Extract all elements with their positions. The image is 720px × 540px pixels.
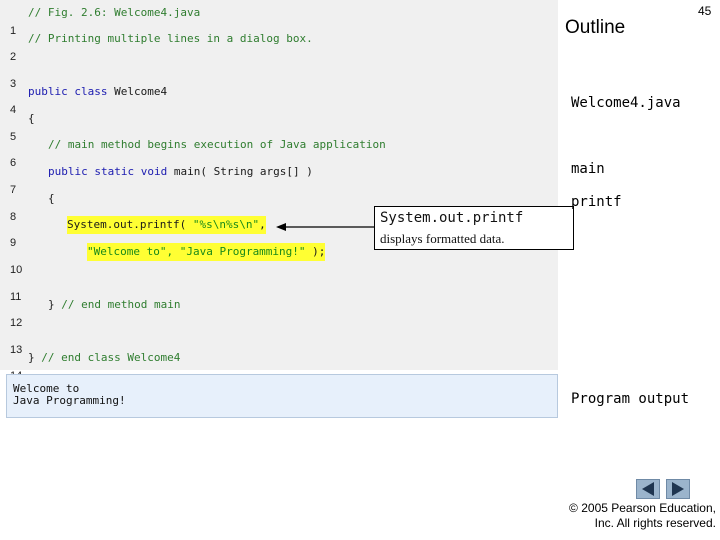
highlighted-code: System.out.printf( "%s\n%s\n", (67, 216, 266, 234)
code-string: "Welcome to", "Java Programming!" (87, 245, 306, 258)
code-brace: } (28, 351, 42, 364)
code-text: ); (305, 245, 326, 258)
code-comment: // Fig. 2.6: Welcome4.java (28, 6, 201, 19)
code-text: , (259, 218, 266, 231)
code-text: { (48, 192, 55, 205)
sidebar-main-label: main (571, 161, 605, 177)
sidebar-file-label: Welcome4.java (571, 95, 681, 111)
code-comment: // end method main (61, 298, 181, 311)
program-output-text: Welcome to Java Programming! (13, 383, 126, 407)
code-text: { (28, 112, 35, 125)
code-text: System.out.printf( (67, 218, 193, 231)
copyright-line: © 2005 Pearson Education, (569, 501, 716, 515)
code-text: public class Welcome4 (28, 83, 167, 101)
code-line: 12 } // end method main (0, 296, 558, 329)
code-brace: } (48, 298, 62, 311)
code-identifier: Welcome4 (107, 85, 168, 98)
code-text: } // end method main (48, 296, 180, 314)
highlighted-code: "Welcome to", "Java Programming!" ); (87, 243, 326, 261)
code-line: 1 // Fig. 2.6: Welcome4.java (0, 4, 558, 37)
code-line: 14 } // end class Welcome4 (0, 349, 558, 382)
callout-code: System.out.printf (380, 210, 524, 226)
copyright-line: Inc. All rights reserved. (594, 516, 716, 530)
callout-arrow (276, 223, 374, 231)
code-listing-panel: 1 // Fig. 2.6: Welcome4.java 2 // Printi… (0, 0, 558, 382)
code-line: 4 public class Welcome4 (0, 83, 558, 116)
code-line: 7 public static void main( String args[]… (0, 163, 558, 196)
next-slide-button[interactable] (666, 479, 690, 499)
sidebar-printf-label: printf (571, 194, 622, 210)
code-line: 3 (0, 57, 558, 90)
code-text: } // end class Welcome4 (28, 349, 180, 367)
code-comment: // main method begins execution of Java … (48, 138, 386, 151)
code-comment: // Printing multiple lines in a dialog b… (28, 32, 313, 45)
code-line: 13 (0, 323, 558, 356)
copyright-notice: © 2005 Pearson Education, Inc. All right… (560, 501, 716, 531)
triangle-left-icon (642, 482, 654, 496)
code-keyword: public class (28, 85, 108, 98)
code-line: 11 (0, 270, 558, 303)
code-line: 2 // Printing multiple lines in a dialog… (0, 30, 558, 63)
code-comment: // end class Welcome4 (41, 351, 181, 364)
callout-description: displays formatted data. (380, 231, 505, 246)
code-string: "%s\n%s\n" (192, 218, 260, 231)
code-keyword: public static void (48, 165, 168, 178)
previous-slide-button[interactable] (636, 479, 660, 499)
outline-title: Outline (565, 17, 626, 38)
program-output-panel: Welcome to Java Programming! (6, 374, 558, 418)
code-identifier: main( String args[] ) (167, 165, 313, 178)
code-line: 6 // main method begins execution of Jav… (0, 136, 558, 169)
callout-box: System.out.printf displays formatted dat… (374, 206, 574, 250)
output-line: Java Programming! (13, 394, 126, 407)
triangle-right-icon (672, 482, 684, 496)
code-line: 5 { (0, 110, 558, 143)
page-number: 45 (698, 4, 712, 18)
code-text: public static void main( String args[] ) (48, 163, 313, 181)
sidebar-output-label: Program output (571, 391, 690, 407)
